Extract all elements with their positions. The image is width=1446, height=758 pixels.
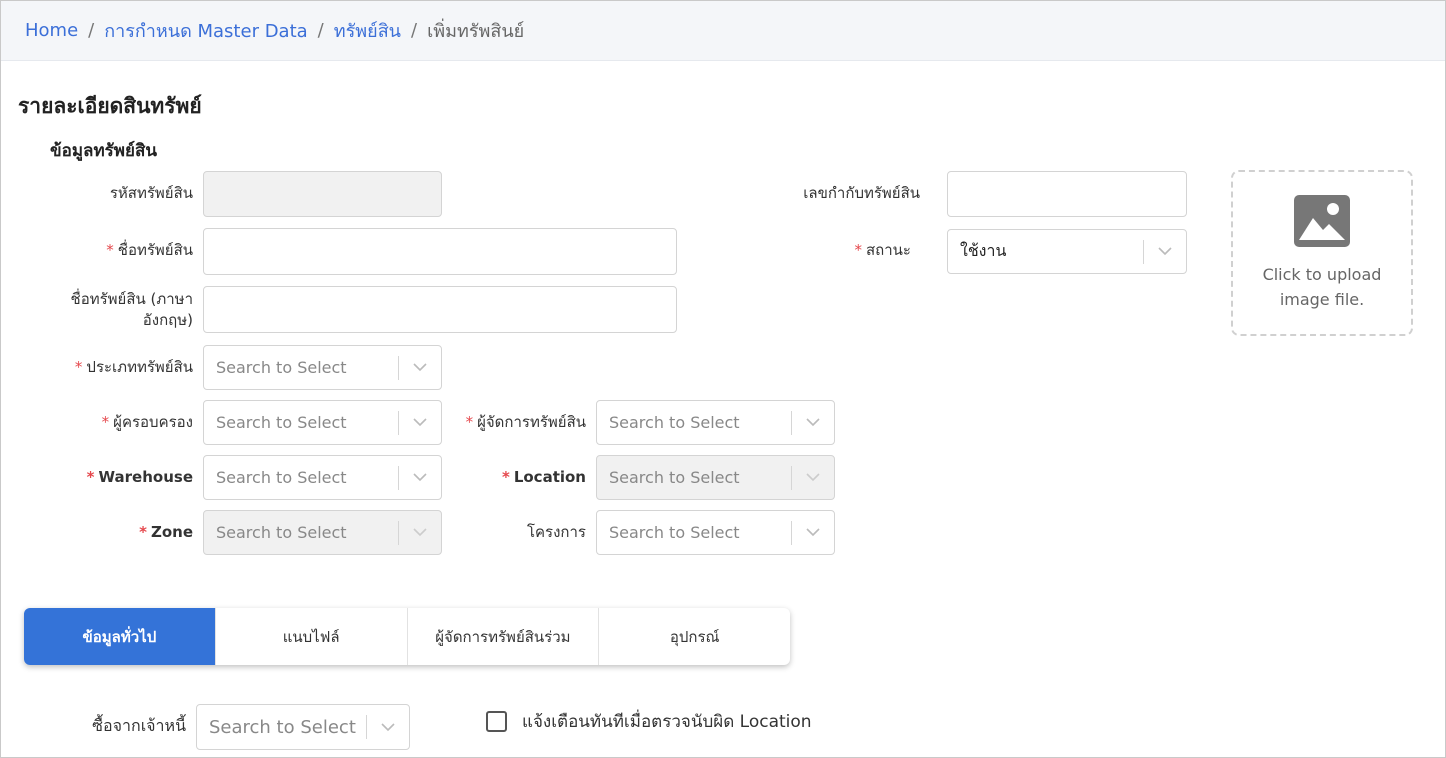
chevron-down-icon xyxy=(792,473,834,482)
zone-label: * Zone xyxy=(139,523,193,541)
asset-code-input xyxy=(203,171,442,217)
status-select[interactable]: ใช้งาน xyxy=(947,229,1187,274)
image-icon xyxy=(1294,195,1350,247)
select-placeholder: Search to Select xyxy=(609,523,740,542)
select-placeholder: Search to Select xyxy=(609,468,740,487)
chevron-down-icon xyxy=(399,528,441,537)
warehouse-label: * Warehouse xyxy=(86,468,193,486)
asset-type-label: * ประเภททรัพย์สิน xyxy=(74,358,193,376)
asset-type-select[interactable]: Search to Select xyxy=(203,345,442,390)
breadcrumb-assets[interactable]: ทรัพย์สิน xyxy=(334,16,401,45)
select-placeholder: Search to Select xyxy=(609,413,740,432)
manager-label: * ผู้จัดการทรัพย์สิน xyxy=(465,413,586,431)
chevron-down-icon[interactable] xyxy=(399,363,441,372)
image-upload-dropzone[interactable]: Click to upload image file. xyxy=(1231,170,1413,336)
breadcrumb-current: เพิ่มทรัพสินย์ xyxy=(427,21,525,42)
breadcrumb-home[interactable]: Home xyxy=(25,20,78,41)
section-title: ข้อมูลทรัพย์สิน xyxy=(50,141,157,161)
location-alert-label[interactable]: แจ้งเตือนทันทีเมื่อตรวจนับผิด Location xyxy=(522,708,812,735)
asset-name-label: * ชื่อทรัพย์สิน xyxy=(106,241,193,259)
select-placeholder: Search to Select xyxy=(216,358,347,377)
select-placeholder: Search to Select xyxy=(216,523,347,542)
status-value: ใช้งาน xyxy=(960,241,1007,260)
status-label: * สถานะ xyxy=(854,241,911,259)
project-select[interactable]: Search to Select xyxy=(596,510,835,555)
creditor-label: ซื้อจากเจ้าหนี้ xyxy=(92,716,186,735)
manager-select[interactable]: Search to Select xyxy=(596,400,835,445)
breadcrumb-separator: / xyxy=(411,20,418,41)
zone-select: Search to Select xyxy=(203,510,442,555)
chevron-down-icon[interactable] xyxy=(792,418,834,427)
owner-label: * ผู้ครอบครอง xyxy=(101,413,193,431)
chevron-down-icon[interactable] xyxy=(399,418,441,427)
location-label: * Location xyxy=(501,468,586,486)
asset-name-en-input[interactable] xyxy=(203,286,677,333)
chevron-down-icon[interactable] xyxy=(367,722,409,732)
chevron-down-icon[interactable] xyxy=(399,473,441,482)
select-placeholder: Search to Select xyxy=(216,468,347,487)
owner-select[interactable]: Search to Select xyxy=(203,400,442,445)
breadcrumb: Home / การกำหนด Master Data / ทรัพย์สิน … xyxy=(1,1,1445,61)
project-label: โครงการ xyxy=(526,523,586,541)
tab-attachments[interactable]: แนบไฟล์ xyxy=(216,608,408,665)
location-alert-checkbox[interactable] xyxy=(486,711,507,732)
location-select: Search to Select xyxy=(596,455,835,500)
chevron-down-icon[interactable] xyxy=(1144,247,1186,256)
select-placeholder: Search to Select xyxy=(209,716,356,738)
creditor-select[interactable]: Search to Select xyxy=(196,704,410,750)
asset-name-en-label: ชื่อทรัพย์สิน (ภาษา อังกฤษ) xyxy=(70,290,193,329)
select-placeholder: Search to Select xyxy=(216,413,347,432)
tab-general[interactable]: ข้อมูลทั่วไป xyxy=(24,608,216,665)
location-alert-option: แจ้งเตือนทันทีเมื่อตรวจนับผิด Location xyxy=(486,708,812,735)
asset-tag-input[interactable] xyxy=(947,171,1187,217)
chevron-down-icon[interactable] xyxy=(792,528,834,537)
page-title: รายละเอียดสินทรัพย์ xyxy=(18,94,202,118)
upload-hint: Click to upload image file. xyxy=(1262,265,1382,309)
breadcrumb-separator: / xyxy=(317,20,324,41)
tab-equipment[interactable]: อุปกรณ์ xyxy=(599,608,790,665)
asset-tag-label: เลขกำกับทรัพย์สิน xyxy=(803,184,920,202)
tab-co-managers[interactable]: ผู้จัดการทรัพย์สินร่วม xyxy=(408,608,600,665)
breadcrumb-master-data[interactable]: การกำหนด Master Data xyxy=(104,16,307,45)
breadcrumb-separator: / xyxy=(88,20,95,41)
warehouse-select[interactable]: Search to Select xyxy=(203,455,442,500)
asset-name-input[interactable] xyxy=(203,228,677,275)
tab-bar: ข้อมูลทั่วไป แนบไฟล์ ผู้จัดการทรัพย์สินร… xyxy=(24,608,790,665)
asset-code-label: รหัสทรัพย์สิน xyxy=(109,184,193,202)
